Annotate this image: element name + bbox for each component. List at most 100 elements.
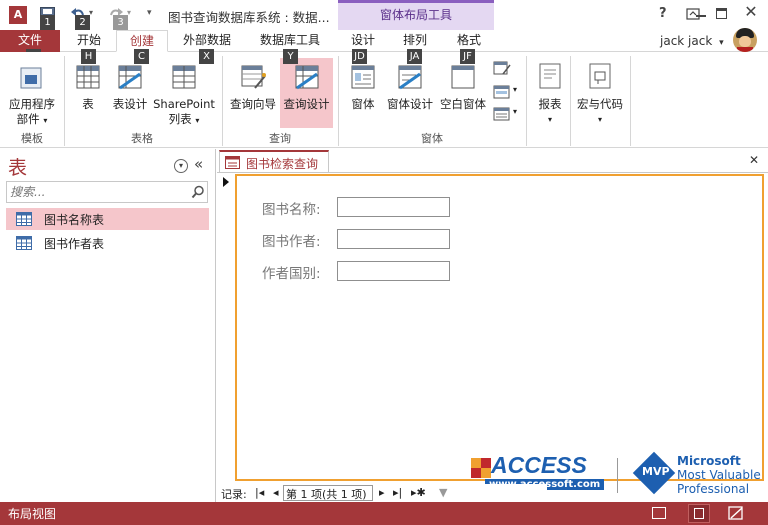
status-bar: 布局视图 — [0, 502, 768, 525]
customize-toolbar-icon[interactable]: ▾ — [147, 8, 152, 18]
list-item[interactable]: 图书作者表 — [6, 232, 209, 254]
title-bar: A 1 ▾ 2 ▾ 3 ▾ 图书查询数据库系统 : 数据... 窗体布局工具 ?… — [0, 0, 768, 30]
query-wizard-button[interactable]: 查询向导 — [226, 58, 280, 112]
access-logo-icon[interactable]: A — [9, 6, 27, 24]
user-account[interactable]: jack jack ▾ — [660, 32, 724, 52]
table-design-icon — [118, 65, 142, 90]
form-wizard-button[interactable] — [493, 60, 517, 78]
mvp-text: MVP — [642, 465, 670, 478]
more-forms-button[interactable]: ▾ — [493, 106, 519, 124]
document-tab[interactable]: 图书检索查询 — [219, 150, 329, 172]
blank-form-button[interactable]: 空白窗体 — [436, 58, 490, 112]
sharepoint-lists-button[interactable]: SharePoint 列表 ▾ — [152, 58, 216, 128]
keytip-ja: JA — [407, 49, 422, 64]
macro-icon — [589, 63, 611, 89]
form-design-icon — [398, 65, 422, 90]
ribbon-separator — [64, 56, 65, 146]
app-parts-label-1: 应用程序 — [9, 97, 55, 111]
nav-search-box[interactable] — [6, 181, 208, 203]
layout-view-button[interactable] — [688, 504, 710, 523]
sharepoint-label-2: 列表 ▾ — [168, 112, 200, 126]
author-country-field[interactable] — [337, 261, 450, 281]
keytip-y: Y — [283, 49, 298, 64]
maximize-button[interactable] — [716, 8, 727, 19]
record-selector[interactable] — [217, 173, 234, 483]
field-label-book-author: 图书作者: — [262, 234, 321, 250]
keytip-h: H — [81, 49, 96, 64]
keytip-x: X — [199, 49, 214, 64]
keytip-c: C — [134, 49, 149, 64]
book-name-field[interactable] — [337, 197, 450, 217]
field-label-author-country: 作者国别: — [262, 266, 321, 282]
table-icon — [76, 65, 100, 89]
group-forms-label: 窗体 — [421, 132, 443, 145]
document-tab-title: 图书检索查询 — [246, 157, 319, 171]
app-parts-label-2: 部件 ▾ — [16, 112, 48, 126]
sharepoint-label-1: SharePoint — [153, 97, 215, 111]
group-queries-label: 查询 — [269, 132, 291, 145]
access-logo-text: ACCESS — [491, 452, 587, 478]
keytip-jd: JD — [352, 49, 367, 64]
minimize-button[interactable] — [692, 5, 710, 23]
help-icon[interactable]: ? — [659, 6, 667, 21]
ms-text-3: Professional — [677, 482, 750, 496]
keytip-jf: JF — [460, 49, 475, 64]
blank-form-label: 空白窗体 — [440, 97, 486, 111]
table-icon — [16, 212, 32, 226]
logo-divider — [617, 458, 618, 493]
previous-record-button[interactable]: ◂ — [273, 486, 279, 499]
table-icon — [16, 236, 32, 250]
form-view-button[interactable] — [652, 507, 666, 519]
search-input[interactable] — [7, 182, 183, 202]
form-button[interactable]: 窗体 — [342, 58, 384, 112]
ribbon-separator — [630, 56, 631, 146]
record-position-input[interactable]: 第 1 项(共 1 项) — [283, 485, 373, 501]
form-design-label: 窗体设计 — [387, 97, 433, 111]
report-button[interactable]: 报表 ▾ — [530, 58, 570, 127]
query-design-label: 查询设计 — [283, 97, 330, 111]
form-label: 窗体 — [351, 97, 375, 111]
avatar[interactable] — [733, 28, 757, 52]
ribbon-separator — [222, 56, 223, 146]
close-button[interactable]: ✕ — [742, 3, 760, 21]
form-body: 图书名称: 图书作者: 作者国别: ACCESS www.accessoft.c… — [235, 174, 764, 496]
table-design-label: 表设计 — [112, 97, 148, 111]
form-wizard-icon — [493, 61, 511, 75]
blank-form-icon — [451, 65, 475, 89]
contextual-tab-header: 窗体布局工具 — [338, 0, 494, 30]
last-record-button[interactable]: ▸| — [393, 486, 402, 499]
form-icon — [225, 156, 240, 169]
first-record-button[interactable]: |◂ — [255, 486, 264, 499]
nav-pane-menu-button[interactable]: ▾ — [174, 159, 188, 173]
ribbon-separator — [338, 56, 339, 146]
chevron-down-icon: ▾ — [513, 107, 518, 116]
close-document-button[interactable]: ✕ — [749, 153, 759, 167]
navigation-button[interactable]: ▾ — [493, 84, 519, 102]
search-icon[interactable] — [191, 185, 205, 199]
chevron-down-icon: ▾ — [547, 115, 552, 124]
query-wizard-label: 查询向导 — [230, 97, 276, 111]
application-parts-icon — [20, 67, 42, 89]
record-pointer-icon — [223, 177, 229, 187]
table-button[interactable]: 表 — [68, 58, 108, 112]
user-name: jack jack — [660, 34, 713, 48]
list-item[interactable]: 图书名称表 — [6, 208, 209, 230]
next-record-button[interactable]: ▸ — [379, 486, 385, 499]
query-wizard-icon — [241, 65, 266, 89]
new-record-button[interactable]: ▸✱ — [411, 486, 426, 499]
macros-code-button[interactable]: 宏与代码 ▾ — [572, 58, 628, 127]
status-text: 布局视图 — [8, 507, 57, 521]
query-design-button[interactable]: 查询设计 — [280, 58, 333, 128]
mvp-logo: MVP Microsoft Most Valuable Professional — [632, 451, 765, 496]
keytip-2: 2 — [75, 15, 90, 30]
macros-code-label: 宏与代码 — [577, 97, 623, 111]
table-design-button[interactable]: 表设计 — [108, 58, 152, 112]
design-view-icon[interactable] — [728, 506, 744, 521]
app-parts-button[interactable]: 应用程序 部件 ▾ — [4, 58, 60, 128]
form-design-button[interactable]: 窗体设计 — [384, 58, 436, 112]
collapse-pane-button[interactable]: « — [194, 155, 203, 173]
book-author-field[interactable] — [337, 229, 450, 249]
form-icon — [351, 65, 375, 89]
chevron-down-icon: ▾ — [513, 85, 518, 94]
filter-icon[interactable]: ▼ — [439, 486, 447, 499]
